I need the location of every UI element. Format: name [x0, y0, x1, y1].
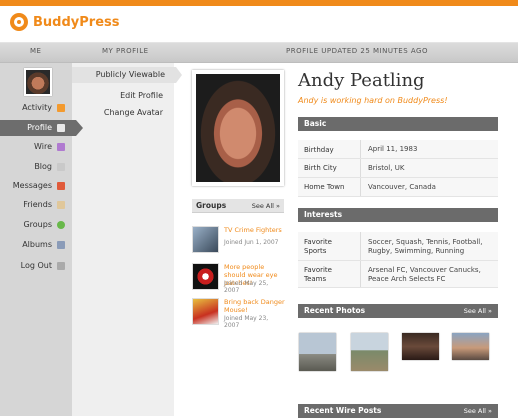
nav-groups[interactable]: Groups: [0, 217, 72, 233]
nav-profile[interactable]: Profile: [0, 120, 83, 136]
group-item[interactable]: TV Crime Fighters Joined Jun 1, 2007: [192, 226, 284, 256]
section-title: Interests: [304, 210, 343, 219]
field-key: Home Town: [304, 183, 345, 191]
group-name[interactable]: Bring back Danger Mouse!: [224, 298, 286, 314]
nav-activity[interactable]: Activity: [0, 100, 72, 116]
field-row: Favorite Sports Soccer, Squash, Tennis, …: [298, 232, 498, 261]
profile-card-icon: [57, 124, 65, 132]
profile-status: Andy is working hard on BuddyPress!: [298, 96, 448, 105]
recent-photos-header: Recent Photos See All »: [298, 304, 498, 318]
buddypress-logo-icon: [10, 13, 28, 31]
profile-photo[interactable]: [192, 70, 284, 186]
nav-label: Profile: [27, 123, 52, 132]
field-row: Favorite Teams Arsenal FC, Vancouver Can…: [298, 261, 498, 288]
field-value: Soccer, Squash, Tennis, Football, Rugby,…: [368, 238, 483, 255]
recent-photo[interactable]: [452, 333, 489, 360]
subnav-edit-profile[interactable]: Edit Profile: [72, 88, 174, 104]
nav-logout[interactable]: Log Out: [0, 258, 72, 274]
nav-label: Blog: [34, 162, 52, 171]
field-key: Birthday: [304, 146, 334, 154]
group-thumbnail: [192, 226, 219, 253]
field-divider: [360, 232, 361, 260]
blog-icon: [57, 163, 65, 171]
group-thumbnail: [192, 263, 219, 290]
me-column-title: ME: [30, 47, 42, 55]
nav-label: Activity: [22, 103, 52, 112]
field-key: Favorite Sports: [304, 238, 332, 255]
my-profile-column-title: MY PROFILE: [102, 47, 149, 55]
site-header: BuddyPress: [0, 6, 518, 43]
messages-icon: [57, 182, 65, 190]
field-value: Bristol, UK: [368, 164, 405, 172]
lock-icon: [57, 262, 65, 270]
subnav-change-avatar[interactable]: Change Avatar: [72, 105, 174, 121]
field-row: Birth City Bristol, UK: [298, 159, 498, 178]
groups-section-header: Groups See All »: [192, 199, 284, 213]
field-value: April 11, 1983: [368, 145, 418, 153]
group-thumbnail: [192, 298, 219, 325]
nav-wire[interactable]: Wire: [0, 139, 72, 155]
field-value: Vancouver, Canada: [368, 183, 436, 191]
field-divider: [360, 159, 361, 177]
rss-icon: [57, 104, 65, 112]
field-value: Arsenal FC, Vancouver Canucks, Peace Arc…: [368, 266, 481, 283]
group-joined: Joined May 25, 2007: [224, 280, 269, 294]
nav-label: Log Out: [20, 261, 52, 270]
groups-see-all-link[interactable]: See All »: [252, 199, 280, 213]
field-key: Birth City: [304, 164, 337, 172]
subnav-label: Change Avatar: [103, 108, 163, 117]
wire-icon: [57, 143, 65, 151]
field-divider: [360, 140, 361, 158]
field-row: Birthday April 11, 1983: [298, 140, 498, 159]
interests-section-header: Interests: [298, 208, 498, 222]
subnav-label: Edit Profile: [120, 91, 163, 100]
field-divider: [360, 178, 361, 196]
brand-logo[interactable]: BuddyPress: [10, 13, 119, 31]
section-title: Recent Wire Posts: [304, 406, 382, 415]
nav-label: Groups: [23, 220, 52, 229]
field-row: Home Town Vancouver, Canada: [298, 178, 498, 197]
albums-icon: [57, 241, 65, 249]
recent-photo[interactable]: [299, 333, 336, 371]
friends-icon: [57, 201, 65, 209]
section-title: Basic: [304, 119, 327, 128]
nav-messages[interactable]: Messages: [0, 178, 72, 194]
recent-photo[interactable]: [351, 333, 388, 371]
nav-blog[interactable]: Blog: [0, 159, 72, 175]
basic-section-header: Basic: [298, 117, 498, 131]
brand-name: BuddyPress: [33, 14, 120, 30]
column-headers: ME MY PROFILE PROFILE UPDATED 25 MINUTES…: [0, 43, 518, 63]
profile-photo-image: [196, 74, 280, 182]
subnav-publicly-viewable[interactable]: Publicly Viewable: [72, 67, 182, 83]
section-title: Recent Photos: [304, 306, 366, 315]
group-item[interactable]: More people should wear eye patches! Joi…: [192, 263, 284, 294]
nav-friends[interactable]: Friends: [0, 197, 72, 213]
nav-label: Wire: [34, 142, 52, 151]
nav-label: Albums: [22, 240, 52, 249]
profile-updated-text: PROFILE UPDATED 25 MINUTES AGO: [286, 47, 428, 55]
section-title: Groups: [196, 201, 227, 210]
field-key: Favorite Teams: [304, 266, 332, 283]
profile-name: Andy Peatling: [298, 70, 425, 91]
nav-albums[interactable]: Albums: [0, 237, 72, 253]
nav-label: Messages: [12, 181, 52, 190]
group-joined: Joined May 23, 2007: [224, 315, 269, 329]
nav-label: Friends: [23, 200, 52, 209]
group-item[interactable]: Bring back Danger Mouse! Joined May 23, …: [192, 298, 286, 329]
subnav-label: Publicly Viewable: [95, 70, 165, 79]
user-avatar[interactable]: [24, 68, 52, 96]
group-joined: Joined Jun 1, 2007: [224, 239, 279, 246]
group-name[interactable]: TV Crime Fighters: [224, 226, 286, 234]
field-divider: [360, 261, 361, 287]
groups-icon: [57, 221, 65, 229]
recent-photo[interactable]: [402, 333, 439, 360]
recent-photos-see-all-link[interactable]: See All »: [464, 304, 492, 318]
